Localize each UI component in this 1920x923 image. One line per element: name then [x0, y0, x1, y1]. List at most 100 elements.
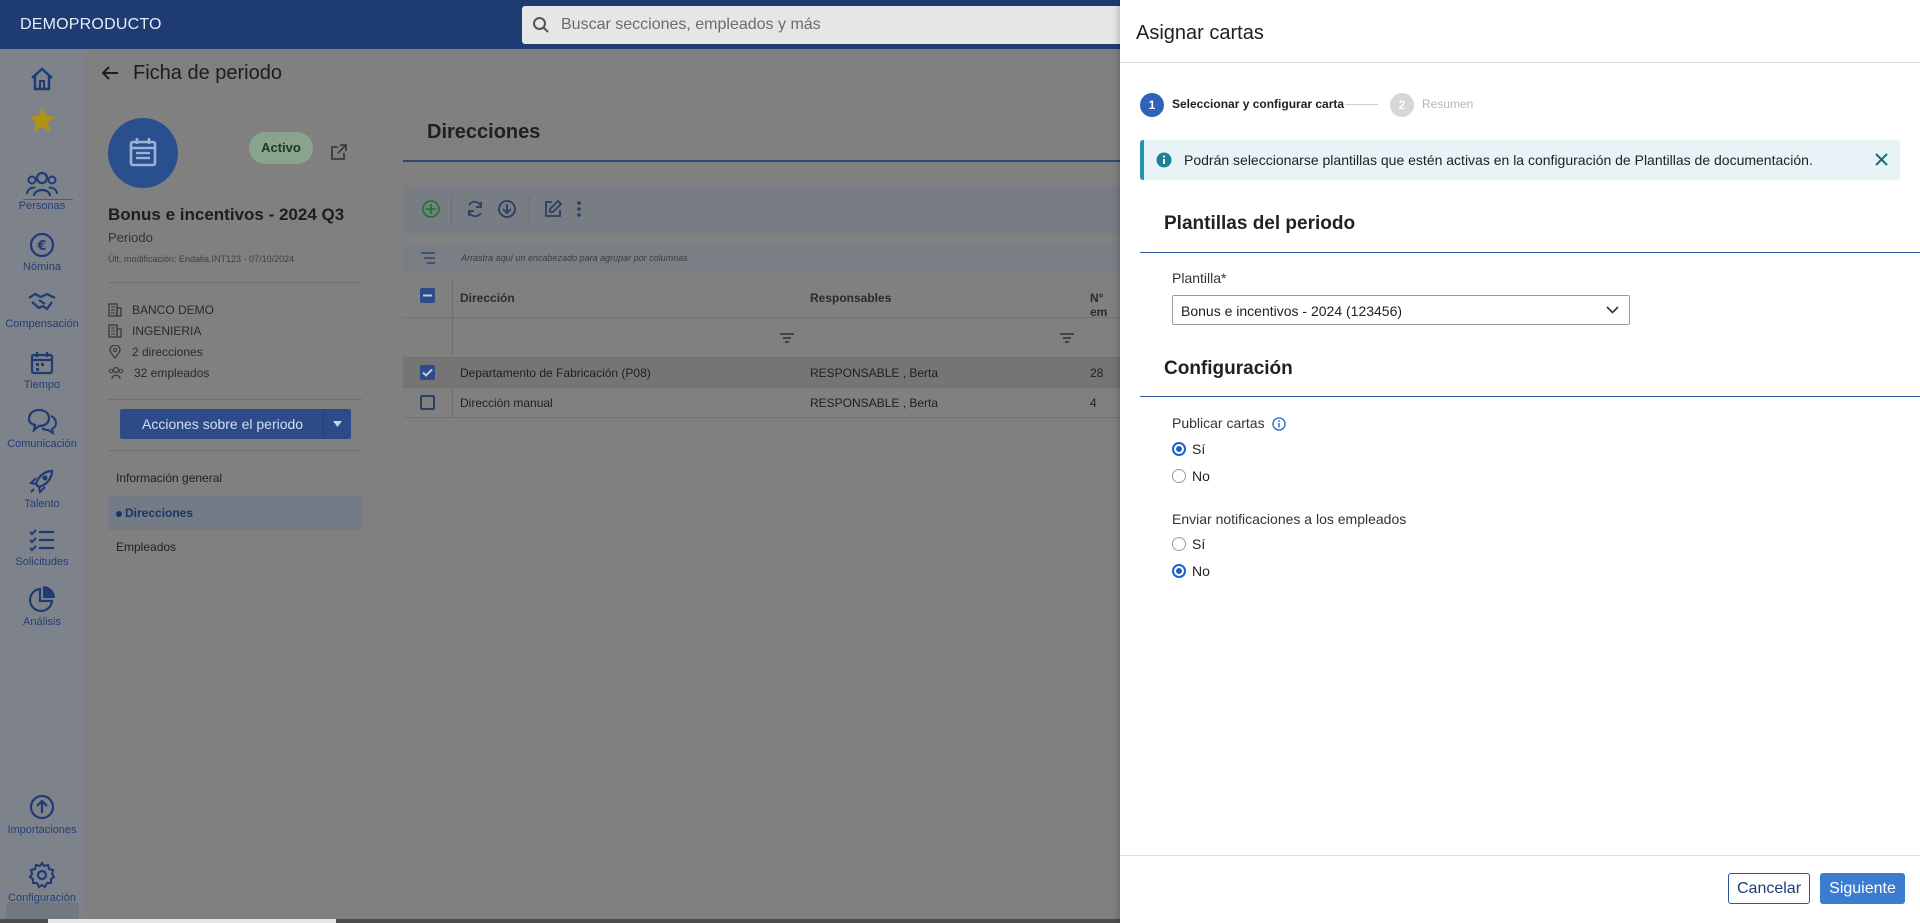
brand-logo[interactable]: DEMOPRODUCTO — [20, 16, 162, 34]
section-underline — [1140, 396, 1920, 397]
refresh-icon[interactable] — [465, 199, 485, 219]
publish-letters-label-text: Publicar cartas — [1172, 415, 1265, 431]
panel-footer-divider — [1120, 855, 1920, 856]
rail-item-solicitudes[interactable]: Solicitudes — [0, 527, 84, 568]
close-icon[interactable] — [1875, 153, 1888, 166]
chat-icon — [27, 408, 58, 435]
handshake-icon — [28, 292, 56, 311]
column-header-num-empleados[interactable]: N° em — [1090, 291, 1120, 319]
select-all-checkbox[interactable] — [420, 288, 435, 303]
search-icon — [532, 16, 550, 34]
notify-employees-label: Enviar notificaciones a los empleados — [1172, 511, 1407, 527]
radio-label: Sí — [1192, 536, 1206, 552]
info-circle-icon[interactable] — [1272, 417, 1287, 431]
filter-icon[interactable] — [1060, 333, 1074, 343]
table-row[interactable]: Dirección manual RESPONSABLE , Berta 4 — [403, 388, 1120, 418]
rail-item-favorites[interactable] — [0, 105, 84, 135]
group-icon — [421, 252, 435, 264]
template-select[interactable]: Bonus e incentivos - 2024 (123456) — [1172, 295, 1630, 325]
panel-header-divider — [1120, 62, 1920, 63]
assign-letters-panel: Asignar cartas 1 Seleccionar y configura… — [1120, 0, 1920, 923]
group-by-bar[interactable]: Arrastra aquí un encabezado para agrupar… — [403, 244, 1120, 272]
caret-down-icon — [333, 421, 342, 427]
home-icon — [31, 67, 53, 91]
next-button[interactable]: Siguiente — [1820, 873, 1905, 904]
main-nav-rail: Personas € Nómina Compensación Tiempo Co… — [0, 49, 84, 923]
rail-label: Talento — [24, 498, 60, 510]
scroll-thumb[interactable] — [48, 919, 336, 923]
open-external-icon[interactable] — [330, 143, 348, 161]
period-actions-dropdown[interactable] — [323, 409, 351, 439]
rail-item-tiempo[interactable]: Tiempo — [0, 350, 84, 391]
download-icon[interactable] — [497, 199, 517, 219]
cell-responsables: RESPONSABLE , Berta — [810, 396, 939, 410]
period-type: Periodo — [108, 230, 153, 245]
filter-icon[interactable] — [780, 333, 794, 343]
group-hint: Arrastra aquí un encabezado para agrupar… — [461, 253, 688, 263]
cell-responsables: RESPONSABLE , Berta — [810, 366, 939, 380]
nav-item-informacion-general[interactable]: Información general — [108, 461, 362, 495]
rail-label: Personas — [18, 200, 66, 212]
info-alert: Podrán seleccionarse plantillas que esté… — [1140, 140, 1900, 180]
template-selected-value: Bonus e incentivos - 2024 (123456) — [1181, 303, 1403, 319]
rail-item-personas[interactable]: Personas — [0, 171, 84, 212]
info-text: INGENIERIA — [132, 324, 202, 338]
more-options-icon[interactable] — [575, 199, 583, 219]
radio-button[interactable] — [1172, 564, 1186, 578]
rail-item-importaciones[interactable]: Importaciones — [0, 793, 84, 836]
radio-button[interactable] — [1172, 442, 1186, 456]
cancel-button[interactable]: Cancelar — [1728, 873, 1810, 904]
chevron-down-icon — [1606, 306, 1619, 314]
nav-item-direcciones[interactable]: Direcciones — [108, 496, 362, 530]
rail-item-compensacion[interactable]: Compensación — [0, 289, 84, 330]
publish-no-radio[interactable]: No — [1172, 467, 1210, 485]
last-modified: Últ. modificación: Endalia.INT123 - 07/1… — [108, 254, 295, 264]
divider — [108, 450, 362, 451]
rail-item-talento[interactable]: Talento — [0, 467, 84, 510]
rail-item-configuracion[interactable]: Configuración — [0, 861, 84, 904]
back-arrow-icon[interactable] — [100, 63, 120, 83]
publish-yes-radio[interactable]: Sí — [1172, 440, 1205, 458]
checklist-icon — [29, 529, 54, 552]
info-employees: 32 empleados — [108, 365, 209, 381]
rail-item-home[interactable] — [0, 65, 84, 93]
period-avatar — [108, 118, 178, 188]
radio-button[interactable] — [1172, 537, 1186, 551]
global-search-input[interactable]: Buscar secciones, empleados y más — [522, 6, 1162, 44]
calendar-icon — [30, 352, 54, 375]
column-header-responsables[interactable]: Responsables — [810, 291, 891, 305]
nav-item-empleados[interactable]: Empleados — [108, 530, 362, 564]
info-directions: 2 direcciones — [108, 344, 203, 360]
toolbar-separator — [451, 196, 452, 224]
add-icon[interactable] — [421, 199, 441, 219]
template-label: Plantilla* — [1172, 270, 1227, 286]
period-actions-button[interactable]: Acciones sobre el periodo — [120, 409, 351, 439]
search-placeholder: Buscar secciones, empleados y más — [561, 16, 821, 33]
stepper-connector — [1345, 104, 1378, 105]
edit-icon[interactable] — [543, 199, 563, 219]
rail-label: Nómina — [23, 261, 61, 273]
table-row[interactable]: Departamento de Fabricación (P08) RESPON… — [403, 358, 1120, 388]
grid-section-title: Direcciones — [427, 121, 541, 143]
radio-button[interactable] — [1172, 469, 1186, 483]
info-text: 2 direcciones — [132, 345, 203, 359]
row-checkbox[interactable] — [420, 395, 435, 410]
rail-item-analisis[interactable]: Análisis — [0, 585, 84, 628]
radio-label: No — [1192, 468, 1210, 484]
euro-icon: € — [29, 232, 55, 258]
row-checkbox[interactable] — [420, 365, 435, 380]
rail-label: Comunicación — [7, 438, 77, 450]
rail-item-comunicacion[interactable]: Comunicación — [0, 407, 84, 450]
divider — [108, 399, 362, 400]
configuration-section-title: Configuración — [1164, 358, 1293, 379]
grid-toolbar — [403, 186, 1120, 234]
notify-yes-radio[interactable]: Sí — [1172, 535, 1205, 553]
rail-item-nomina[interactable]: € Nómina — [0, 232, 84, 273]
step-1-label: Seleccionar y configurar carta — [1172, 97, 1345, 111]
location-pin-icon — [109, 345, 121, 359]
column-header-direccion[interactable]: Dirección — [460, 291, 515, 305]
period-actions-label: Acciones sobre el periodo — [142, 416, 304, 432]
grid-filter-row — [403, 318, 1120, 358]
step-2-indicator: 2 — [1390, 93, 1414, 117]
notify-no-radio[interactable]: No — [1172, 562, 1210, 580]
